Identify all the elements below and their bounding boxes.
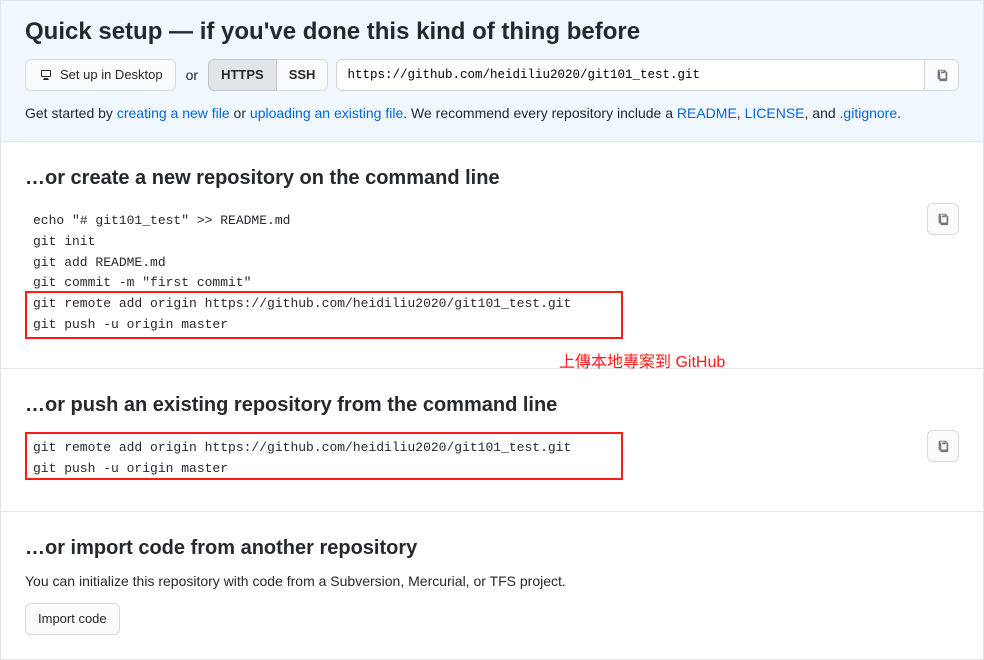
clipboard-icon (936, 439, 950, 453)
clone-url-input[interactable] (337, 63, 924, 87)
push-repo-title: …or push an existing repository from the… (25, 393, 959, 418)
desktop-icon (38, 67, 54, 83)
license-link[interactable]: LICENSE (745, 105, 805, 121)
import-repo-title: …or import code from another repository (25, 536, 959, 561)
clipboard-icon (936, 212, 950, 226)
push-repo-section: …or push an existing repository from the… (1, 369, 983, 513)
create-repo-section: …or create a new repository on the comma… (1, 142, 983, 369)
copy-create-repo-button[interactable] (927, 203, 959, 235)
highlight-annotation-1 (25, 291, 623, 339)
import-repo-desc: You can initialize this repository with … (25, 573, 959, 589)
quick-setup-title: Quick setup — if you've done this kind o… (25, 17, 959, 47)
import-code-button[interactable]: Import code (25, 603, 120, 635)
quick-setup-panel: Quick setup — if you've done this kind o… (1, 1, 983, 142)
create-repo-title: …or create a new repository on the comma… (25, 166, 959, 191)
copy-push-repo-button[interactable] (927, 430, 959, 462)
highlight-annotation-2 (25, 432, 623, 480)
desktop-btn-label: Set up in Desktop (60, 65, 163, 85)
protocol-toggle: HTTPS SSH (208, 59, 328, 91)
import-repo-section: …or import code from another repository … (1, 512, 983, 659)
setup-in-desktop-button[interactable]: Set up in Desktop (25, 59, 176, 91)
create-new-file-link[interactable]: creating a new file (117, 105, 230, 121)
clone-url-field (336, 59, 959, 91)
readme-link[interactable]: README (677, 105, 737, 121)
ssh-toggle[interactable]: SSH (277, 59, 329, 91)
copy-url-button[interactable] (924, 60, 958, 90)
push-repo-code-block: git remote add origin https://github.com… (25, 430, 959, 488)
https-toggle[interactable]: HTTPS (208, 59, 277, 91)
setup-row: Set up in Desktop or HTTPS SSH (25, 59, 959, 91)
import-btn-label: Import code (38, 609, 107, 629)
gitignore-link[interactable]: .gitignore (840, 105, 898, 121)
or-text: or (176, 67, 208, 83)
create-repo-code-block: echo "# git101_test" >> README.md git in… (25, 203, 959, 344)
clipboard-icon (935, 68, 949, 82)
upload-file-link[interactable]: uploading an existing file (250, 105, 403, 121)
get-started-text: Get started by creating a new file or up… (25, 105, 959, 121)
